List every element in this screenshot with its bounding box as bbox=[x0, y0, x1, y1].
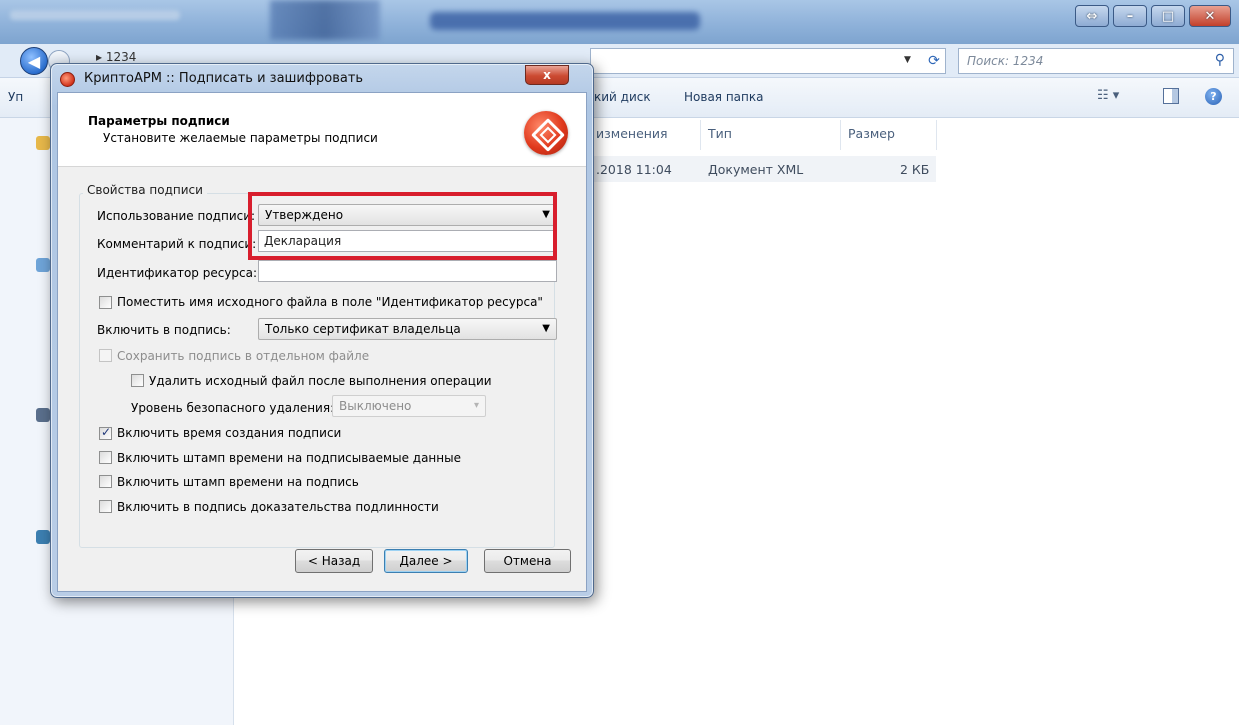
timestamp-signature-label: Включить штамп времени на подпись bbox=[117, 475, 359, 489]
back-button[interactable]: < Назад bbox=[295, 549, 373, 573]
file-type: Документ XML bbox=[708, 162, 804, 177]
refresh-icon[interactable]: ⟳ bbox=[922, 50, 946, 72]
view-options-icon[interactable]: ☷ ▾ bbox=[1097, 88, 1119, 103]
help-icon[interactable]: ? bbox=[1205, 88, 1222, 105]
delete-source-checkbox[interactable] bbox=[131, 374, 144, 387]
new-folder-button[interactable]: Новая папка bbox=[684, 90, 763, 104]
secure-delete-value: Выключено bbox=[339, 399, 412, 413]
delete-source-label: Удалить исходный файл после выполнения о… bbox=[149, 374, 492, 388]
cryptoarm-app-icon bbox=[60, 72, 75, 87]
signing-time-checkbox[interactable] bbox=[99, 425, 112, 440]
burn-disk-button[interactable]: кий диск bbox=[594, 90, 651, 104]
chevron-down-icon[interactable]: ▼ bbox=[904, 55, 911, 65]
comment-label: Комментарий к подписи: bbox=[97, 237, 257, 251]
resource-id-input[interactable] bbox=[258, 260, 557, 282]
group-label: Свойства подписи bbox=[83, 183, 207, 197]
column-type[interactable]: Тип bbox=[708, 126, 732, 141]
breadcrumb[interactable]: ▸ 1234 bbox=[96, 50, 136, 64]
column-date[interactable]: изменения bbox=[596, 126, 668, 141]
column-divider bbox=[936, 120, 937, 150]
search-icon[interactable]: ⚲ bbox=[1215, 52, 1225, 68]
file-size: 2 КБ bbox=[900, 162, 930, 177]
secure-delete-select[interactable]: Выключено ▾ bbox=[332, 395, 486, 417]
column-size[interactable]: Размер bbox=[848, 126, 895, 141]
computer-icon[interactable] bbox=[36, 408, 50, 422]
minimize-icon[interactable]: – bbox=[1113, 5, 1147, 27]
usage-label: Использование подписи: bbox=[97, 209, 256, 223]
step-title: Параметры подписи bbox=[88, 114, 230, 128]
authenticity-proof-label: Включить в подпись доказательства подлин… bbox=[117, 500, 439, 514]
search-placeholder: Поиск: 1234 bbox=[967, 54, 1044, 68]
next-button[interactable]: Далее > bbox=[384, 549, 468, 573]
separate-file-checkbox[interactable] bbox=[99, 349, 112, 362]
address-input[interactable] bbox=[590, 48, 946, 74]
window-controls: ⇔ – □ ✕ bbox=[1075, 5, 1231, 27]
column-divider bbox=[840, 120, 841, 150]
title-blur-image bbox=[270, 0, 380, 40]
resource-id-label: Идентификатор ресурса: bbox=[97, 266, 258, 280]
cancel-button[interactable]: Отмена bbox=[484, 549, 571, 573]
authenticity-proof-checkbox[interactable] bbox=[99, 500, 112, 513]
separate-file-label: Сохранить подпись в отдельном файле bbox=[117, 349, 370, 363]
explorer-titlebar: ⇔ – □ ✕ bbox=[0, 0, 1239, 44]
include-label: Включить в подпись: bbox=[97, 323, 231, 337]
timestamp-data-checkbox[interactable] bbox=[99, 451, 112, 464]
wizard-header: Параметры подписи Установите желаемые па… bbox=[58, 93, 586, 167]
title-blur bbox=[10, 10, 180, 20]
close-window-icon[interactable]: ✕ bbox=[1189, 5, 1231, 27]
back-arrow-icon[interactable]: ◀ bbox=[20, 47, 48, 75]
preview-pane-icon[interactable] bbox=[1163, 88, 1179, 104]
file-date: .2018 11:04 bbox=[596, 162, 672, 177]
filename-resource-checkbox[interactable] bbox=[99, 296, 112, 309]
dialog-close-button[interactable]: x bbox=[525, 65, 569, 85]
filename-resource-label: Поместить имя исходного файла в поле "Ид… bbox=[117, 295, 543, 309]
resize-icon[interactable]: ⇔ bbox=[1075, 5, 1109, 27]
timestamp-data-label: Включить штамп времени на подписываемые … bbox=[117, 451, 461, 465]
step-subtitle: Установите желаемые параметры подписи bbox=[103, 131, 378, 145]
network-icon[interactable] bbox=[36, 530, 50, 544]
title-blur-text bbox=[430, 12, 700, 30]
libraries-icon[interactable] bbox=[36, 258, 50, 272]
maximize-icon[interactable]: □ bbox=[1151, 5, 1185, 27]
highlight-frame bbox=[248, 192, 557, 260]
favorites-icon[interactable] bbox=[36, 136, 50, 150]
timestamp-signature-checkbox[interactable] bbox=[99, 475, 112, 488]
cryptoarm-logo-icon bbox=[524, 111, 568, 155]
signing-time-label: Включить время создания подписи bbox=[117, 426, 342, 440]
include-select[interactable]: Только сертификат владельца ▼ bbox=[258, 318, 557, 340]
chevron-down-icon: ▼ bbox=[542, 323, 550, 334]
column-divider bbox=[700, 120, 701, 150]
sign-encrypt-dialog: КриптоАРМ :: Подписать и зашифровать x П… bbox=[50, 63, 594, 598]
include-value: Только сертификат владельца bbox=[265, 322, 461, 336]
search-input[interactable]: Поиск: 1234 ⚲ bbox=[958, 48, 1234, 74]
dialog-title: КриптоАРМ :: Подписать и зашифровать bbox=[84, 71, 364, 86]
chevron-down-icon: ▾ bbox=[473, 400, 479, 411]
secure-delete-label: Уровень безопасного удаления: bbox=[131, 401, 335, 415]
organize-button[interactable]: Уп bbox=[8, 90, 23, 104]
